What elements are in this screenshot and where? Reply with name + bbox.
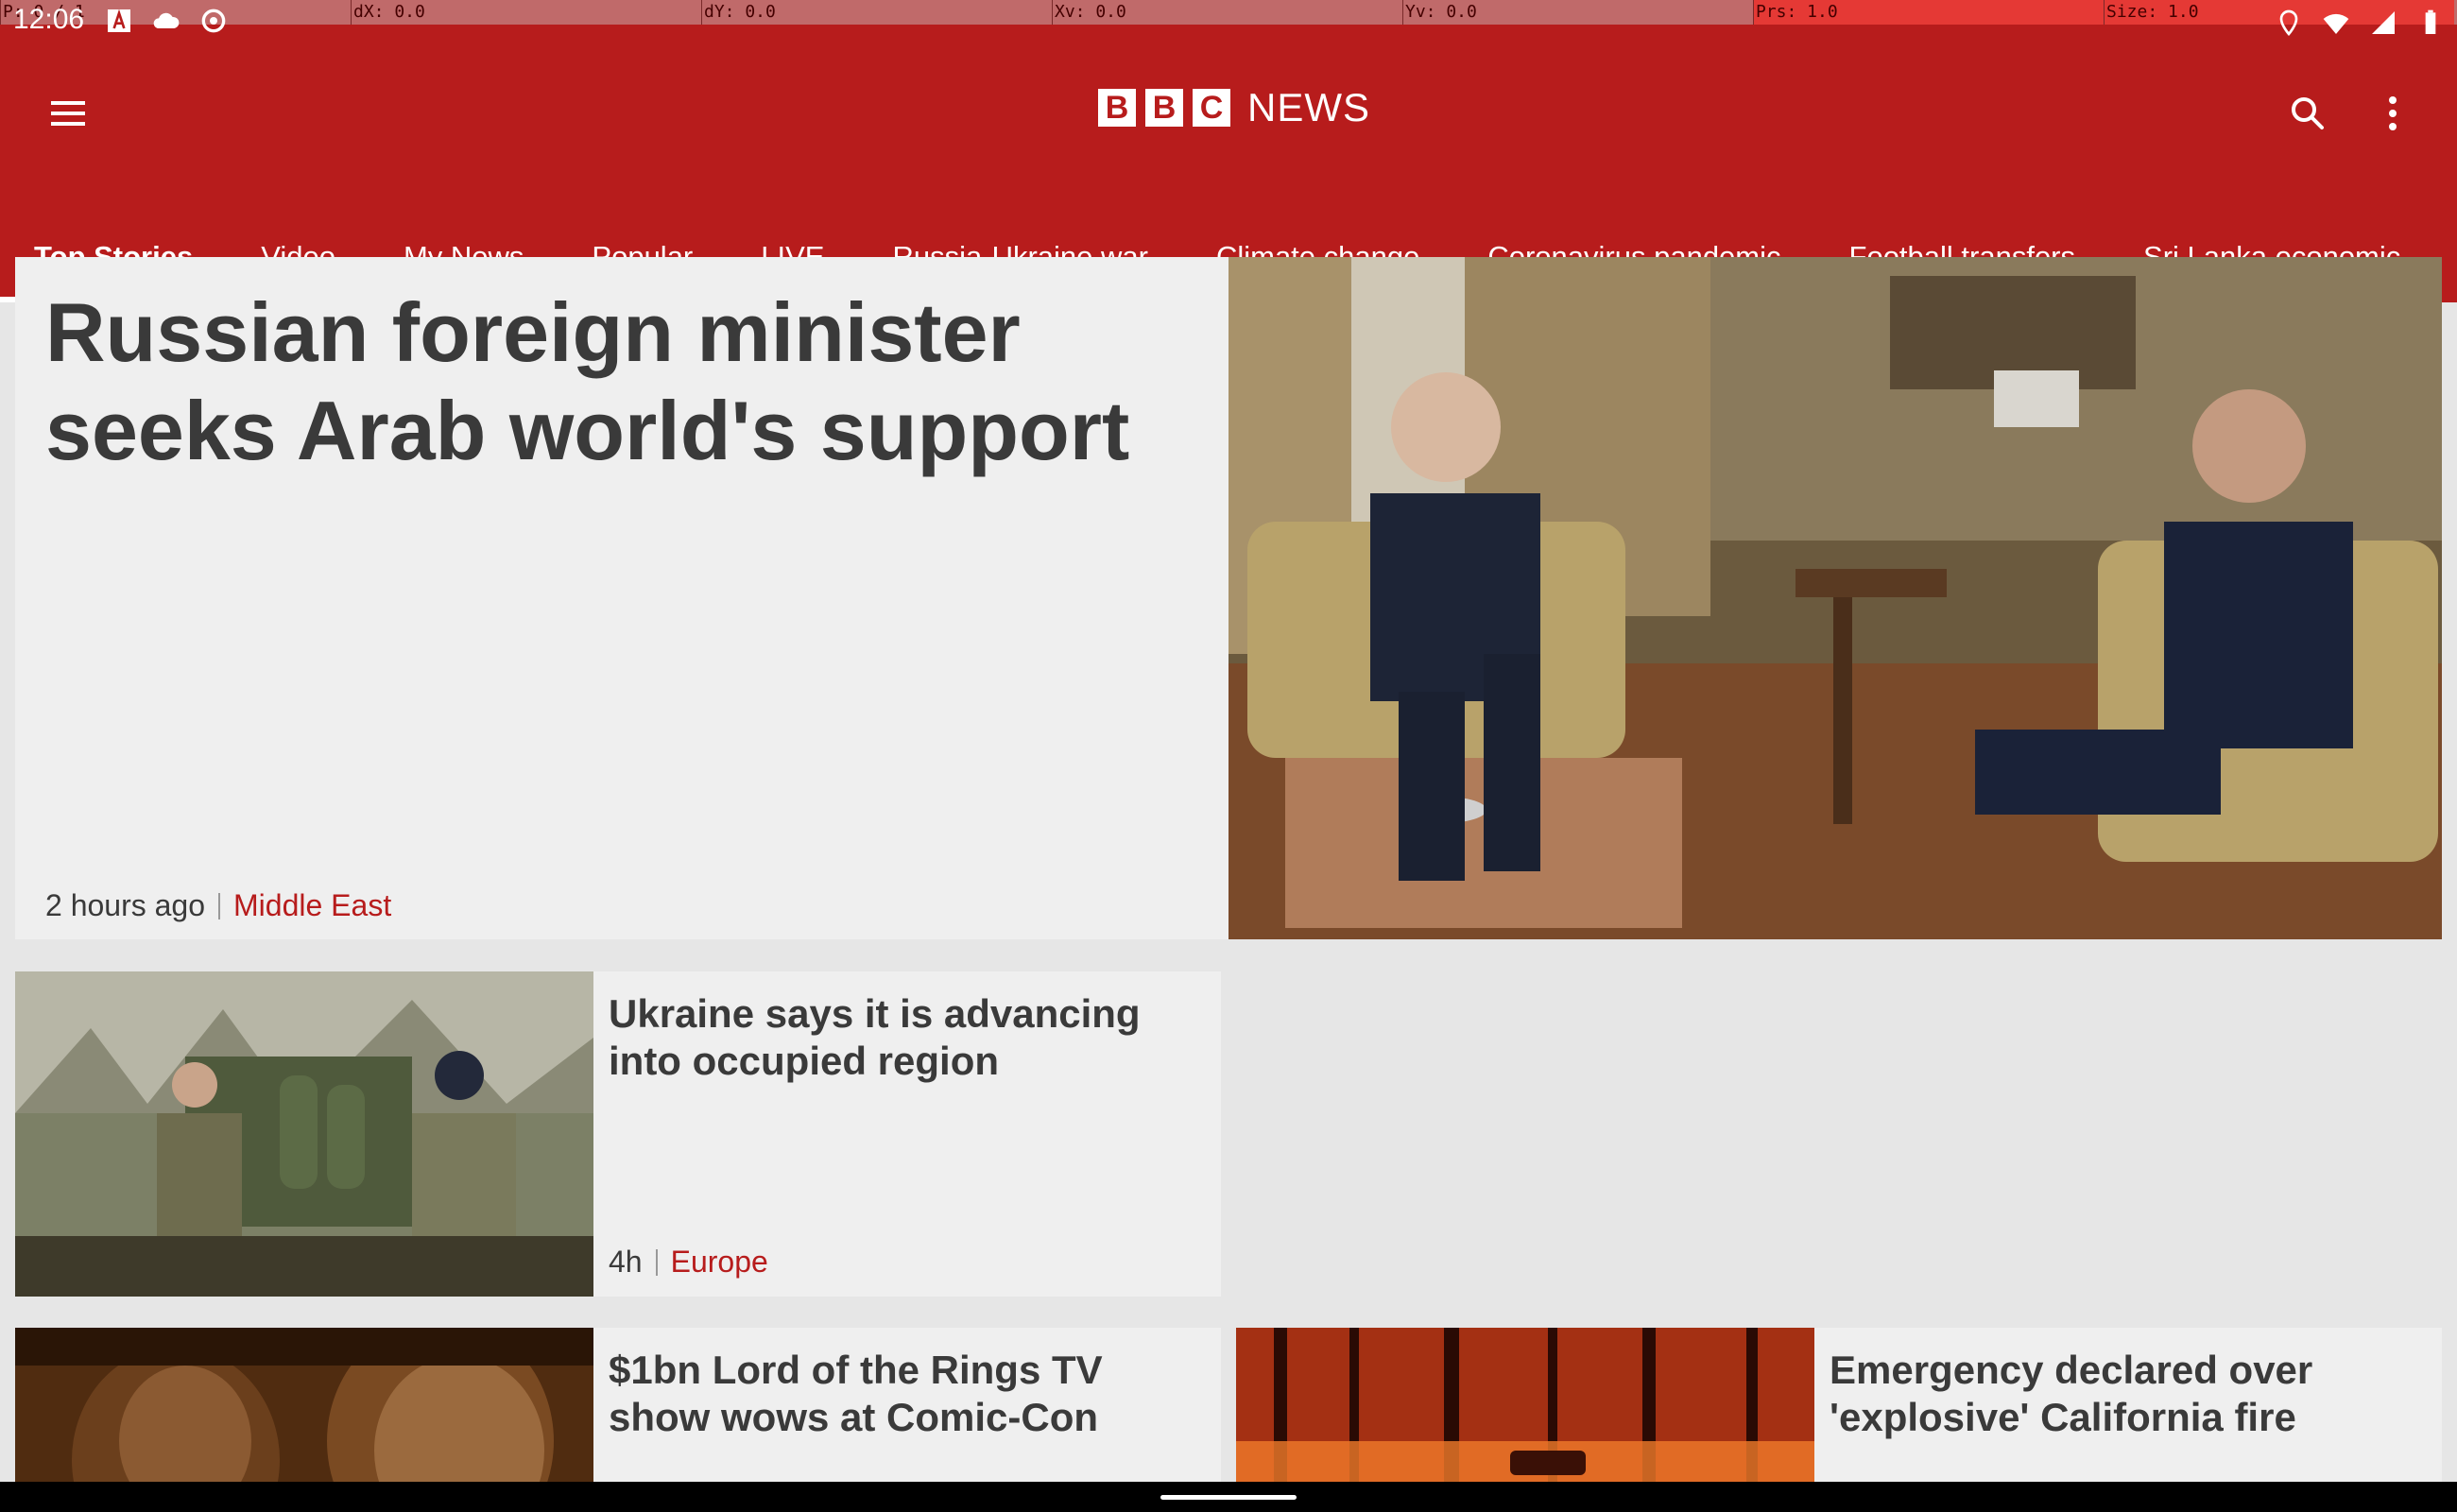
wifi-icon bbox=[2323, 13, 2349, 34]
hero-image[interactable] bbox=[1228, 257, 2442, 939]
hero-timestamp: 2 hours ago bbox=[45, 888, 206, 922]
status-bar: P: 0 / 1 dX: 0.0 dY: 0.0 Xv: 0.0 Yv: 0.0… bbox=[0, 0, 2457, 45]
signal-icon bbox=[2372, 11, 2395, 34]
hero-photo-illustration bbox=[1228, 257, 2442, 939]
story-photo-illustration bbox=[1236, 1328, 1814, 1482]
bbc-news-logo: B B C NEWS bbox=[1098, 85, 1370, 130]
story-card[interactable]: Emergency declared over 'explosive' Cali… bbox=[1236, 1328, 2442, 1482]
logo-letter-c: C bbox=[1193, 89, 1230, 127]
story-photo-illustration bbox=[15, 971, 593, 1297]
story-headline[interactable]: Emergency declared over 'explosive' Cali… bbox=[1830, 1347, 2415, 1441]
app-bar: B B C NEWS Top Stories Video My News Pop… bbox=[0, 45, 2457, 302]
logo-letter-b2: B bbox=[1145, 89, 1183, 127]
story-meta: 4h Europe bbox=[609, 1245, 768, 1280]
cloud-icon bbox=[153, 12, 180, 28]
search-icon[interactable] bbox=[2277, 83, 2338, 144]
story-headline[interactable]: Ukraine says it is advancing into occupi… bbox=[609, 990, 1194, 1085]
meta-divider bbox=[655, 1248, 658, 1276]
status-time: 12:06 bbox=[13, 4, 85, 35]
system-navigation-bar bbox=[0, 1482, 2457, 1512]
notification-a-icon bbox=[108, 9, 130, 32]
hero-story-card[interactable]: Russian foreign minister seeks Arab worl… bbox=[15, 257, 2442, 939]
location-icon bbox=[2279, 9, 2298, 37]
more-options-icon[interactable] bbox=[2362, 83, 2423, 144]
story-timestamp: 4h bbox=[609, 1245, 643, 1279]
story-photo-illustration bbox=[15, 1328, 593, 1482]
debug-xv: Xv: 0.0 bbox=[1052, 0, 1402, 25]
story-image[interactable] bbox=[1236, 1328, 1814, 1482]
story-card[interactable]: $1bn Lord of the Rings TV show wows at C… bbox=[15, 1328, 1221, 1482]
debug-dx: dX: 0.0 bbox=[351, 0, 701, 25]
battery-icon bbox=[2425, 9, 2436, 34]
meta-divider bbox=[218, 892, 221, 919]
story-section-link[interactable]: Europe bbox=[671, 1245, 768, 1280]
story-card[interactable]: Ukraine says it is advancing into occupi… bbox=[15, 971, 1221, 1297]
logo-letter-b1: B bbox=[1098, 89, 1136, 127]
debug-yv: Yv: 0.0 bbox=[1402, 0, 1753, 25]
hero-meta: 2 hours ago Middle East bbox=[45, 888, 391, 923]
sync-icon bbox=[201, 9, 226, 33]
hamburger-menu-icon[interactable] bbox=[38, 83, 98, 144]
home-gesture-handle[interactable] bbox=[1160, 1495, 1297, 1500]
story-headline[interactable]: $1bn Lord of the Rings TV show wows at C… bbox=[609, 1347, 1194, 1441]
hero-section-link[interactable]: Middle East bbox=[233, 888, 391, 923]
pointer-debug-strip: P: 0 / 1 dX: 0.0 dY: 0.0 Xv: 0.0 Yv: 0.0… bbox=[0, 0, 2457, 25]
story-image[interactable] bbox=[15, 971, 593, 1297]
debug-dy: dY: 0.0 bbox=[701, 0, 1052, 25]
logo-news-text: NEWS bbox=[1247, 85, 1370, 129]
hero-headline[interactable]: Russian foreign minister seeks Arab worl… bbox=[45, 284, 1236, 480]
story-image[interactable] bbox=[15, 1328, 593, 1482]
debug-pressure: Prs: 1.0 bbox=[1753, 0, 2104, 25]
